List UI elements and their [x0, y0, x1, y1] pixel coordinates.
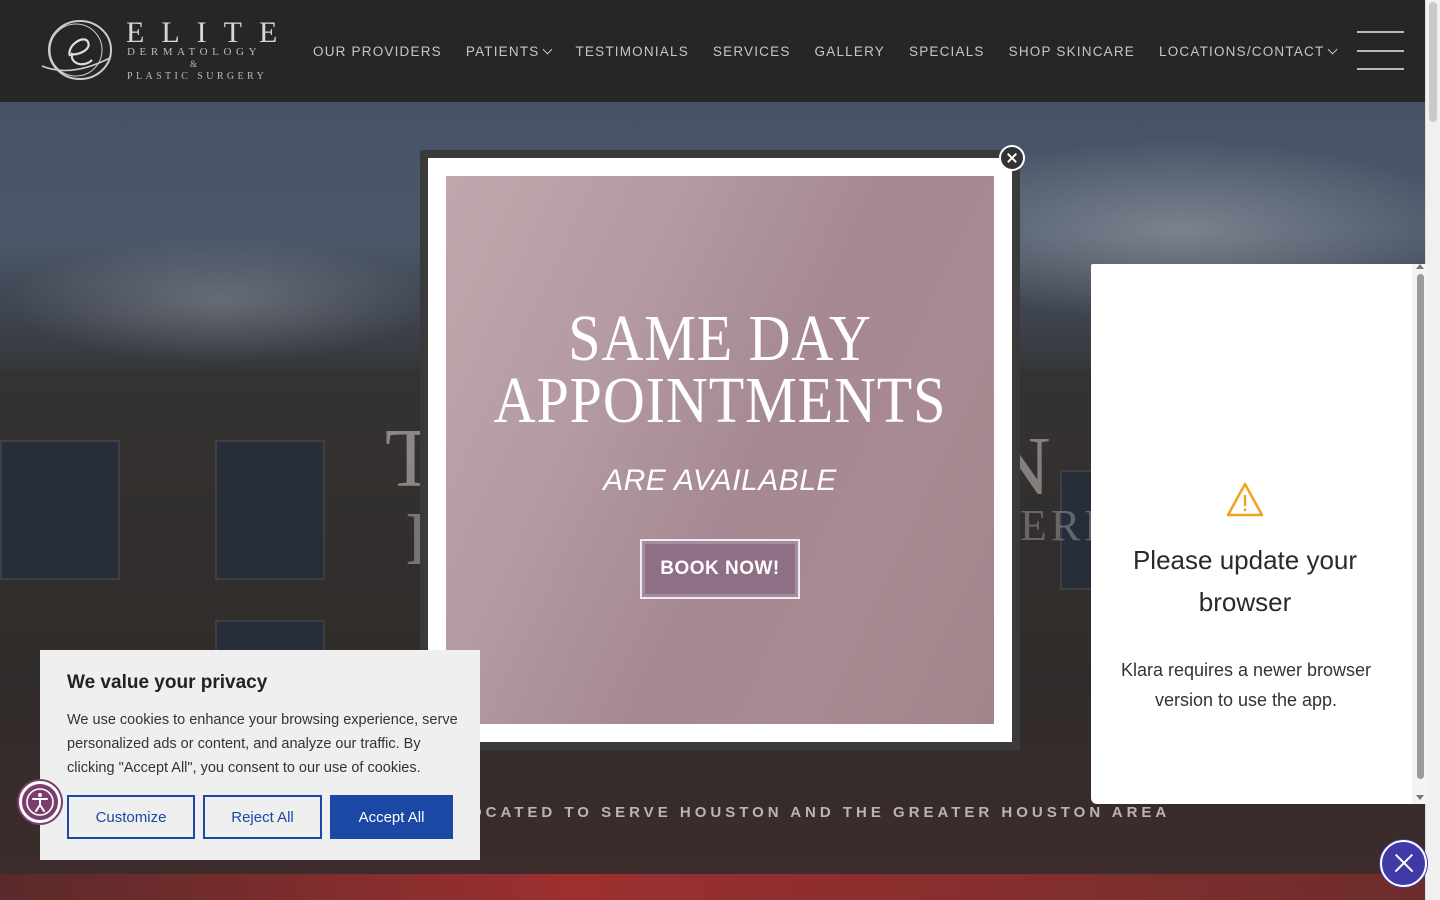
customize-button[interactable]: Customize	[67, 795, 195, 839]
nav-label: PATIENTS	[465, 43, 540, 59]
logo-mark-icon	[41, 20, 112, 80]
hero-red-strip	[0, 874, 1425, 900]
chevron-down-icon	[1327, 44, 1338, 54]
nav-locations-contact[interactable]: LOCATIONS/CONTACT	[1147, 44, 1348, 59]
main-nav: OUR PROVIDERS PATIENTS TESTIMONIALS SERV…	[301, 0, 1348, 102]
nav-gallery[interactable]: GALLERY	[803, 44, 897, 59]
nav-label: GALLERY	[814, 43, 885, 59]
logo-subtitle-2: PLASTIC SURGERY	[127, 71, 268, 82]
close-icon[interactable]	[999, 145, 1025, 171]
close-icon[interactable]	[1380, 840, 1427, 887]
nav-testimonials[interactable]: TESTIMONIALS	[563, 44, 700, 59]
nav-services[interactable]: SERVICES	[701, 44, 803, 59]
promo-modal: SAME DAY APPOINTMENTS ARE AVAILABLE BOOK…	[420, 150, 1020, 750]
nav-our-providers[interactable]: OUR PROVIDERS	[301, 44, 454, 59]
klara-message: Klara requires a newer browser version t…	[1120, 660, 1372, 710]
hamburger-icon[interactable]	[1357, 31, 1404, 71]
promo-banner: SAME DAY APPOINTMENTS ARE AVAILABLE BOOK…	[446, 176, 994, 724]
promo-modal-body: SAME DAY APPOINTMENTS ARE AVAILABLE BOOK…	[428, 158, 1012, 742]
nav-label: TESTIMONIALS	[575, 43, 689, 59]
nav-patients[interactable]: PATIENTS	[454, 44, 564, 59]
promo-heading: SAME DAY APPOINTMENTS	[493, 302, 947, 437]
accept-all-button[interactable]: Accept All	[330, 795, 453, 839]
warning-icon	[1226, 482, 1264, 517]
nav-label: SPECIALS	[908, 43, 985, 59]
klara-scrollbar[interactable]	[1412, 264, 1428, 804]
cookie-title: We value your privacy	[67, 672, 268, 693]
chevron-down-icon	[543, 44, 553, 54]
nav-label: LOCATIONS/CONTACT	[1159, 43, 1325, 59]
logo-ampersand: &	[190, 59, 198, 69]
site-logo[interactable]: ELITE DERMATOLOGY & PLASTIC SURGERY	[40, 16, 277, 86]
book-now-button[interactable]: BOOK NOW!	[640, 539, 800, 599]
nav-specials[interactable]: SPECIALS	[897, 44, 997, 59]
cookie-consent-banner: We value your privacy We use cookies to …	[40, 650, 480, 860]
logo-wordmark: ELITE	[126, 16, 295, 49]
nav-shop-skincare[interactable]: SHOP SKINCARE	[997, 44, 1147, 59]
site-header: ELITE DERMATOLOGY & PLASTIC SURGERY OUR …	[0, 0, 1425, 102]
klara-heading: Please update your browser	[1132, 545, 1358, 617]
reject-all-button[interactable]: Reject All	[203, 795, 322, 839]
hero-tagline: OCATED TO SERVE HOUSTON AND THE GREATER …	[470, 804, 1171, 821]
klara-chat-widget: Please update your browser Klara require…	[1091, 264, 1428, 804]
cookie-text: We use cookies to enhance your browsing …	[67, 712, 458, 776]
promo-subheading: ARE AVAILABLE	[603, 464, 837, 497]
nav-label: OUR PROVIDERS	[313, 43, 442, 59]
nav-label: SHOP SKINCARE	[1008, 43, 1136, 59]
accessibility-icon[interactable]	[19, 781, 61, 823]
logo-subtitle: DERMATOLOGY	[127, 46, 262, 58]
nav-label: SERVICES	[712, 43, 791, 59]
